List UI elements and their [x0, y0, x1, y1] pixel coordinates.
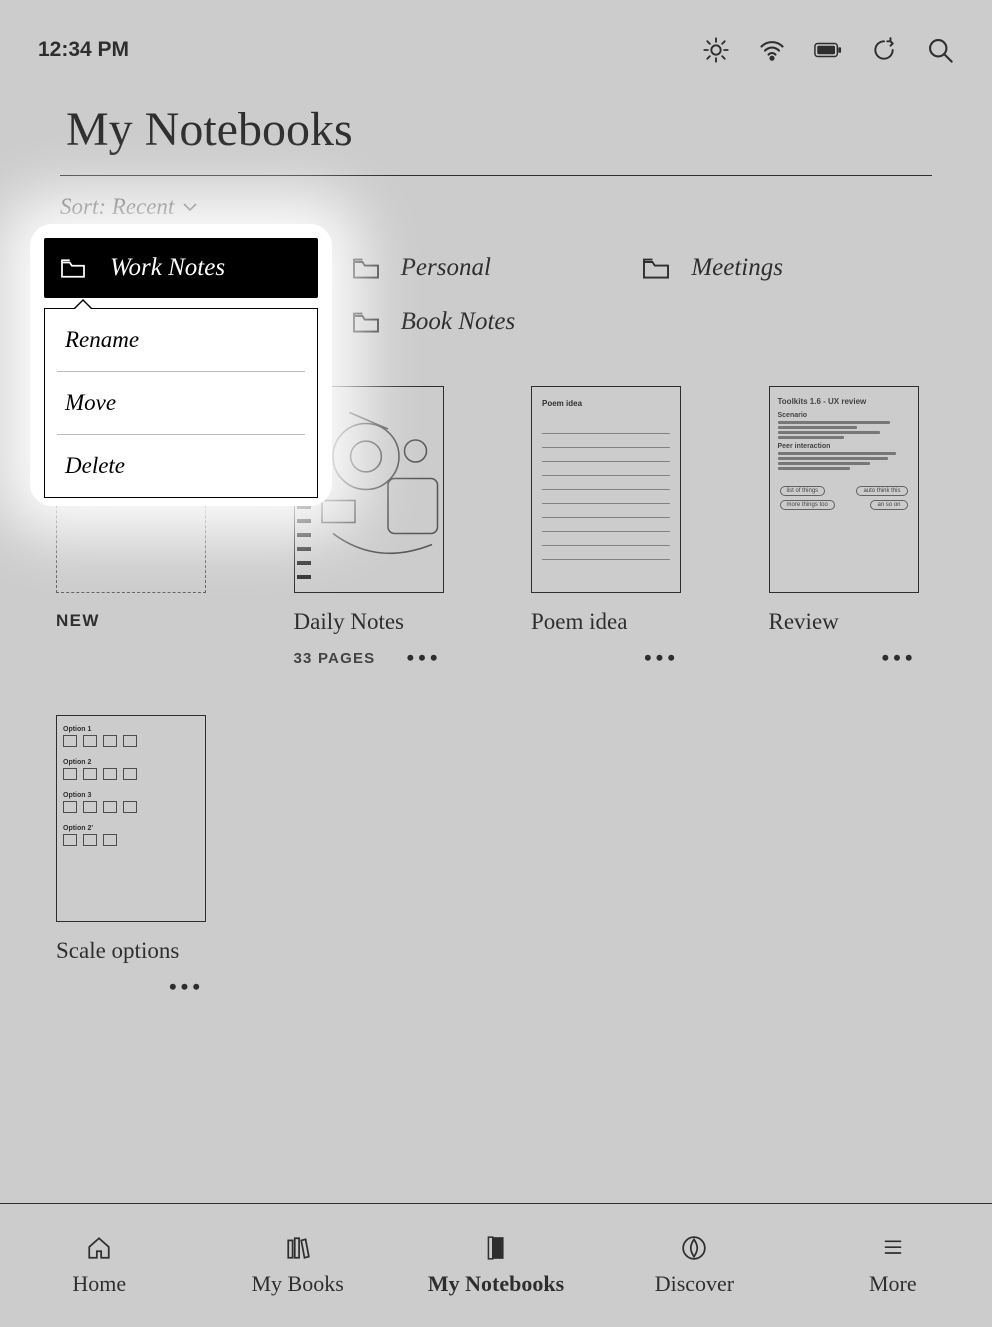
notebook-card[interactable]: Poem idea Poem idea ••• — [531, 386, 681, 671]
more-icon[interactable]: ••• — [169, 974, 206, 1000]
tab-label: My Books — [251, 1271, 343, 1297]
notebook-card[interactable]: Toolkits 1.6 - UX review Scenario Peer i… — [769, 386, 919, 671]
home-icon — [84, 1235, 114, 1261]
tab-label: Home — [72, 1271, 126, 1297]
sync-icon[interactable] — [870, 36, 898, 64]
thumb-text: Toolkits 1.6 - UX review — [778, 397, 910, 406]
thumb-text: Poem idea — [542, 399, 670, 408]
tab-label: More — [869, 1271, 917, 1297]
sort-label: Sort: Recent — [60, 194, 174, 220]
thumb-row-label: Option 2 — [63, 759, 199, 766]
more-icon[interactable]: ••• — [882, 645, 919, 671]
menu-item-move[interactable]: Move — [45, 372, 317, 434]
status-time: 12:34 PM — [38, 38, 129, 62]
folder-item[interactable]: Book Notes — [351, 308, 642, 336]
notebook-title: Daily Notes — [294, 609, 444, 635]
folder-icon — [58, 257, 88, 279]
thumb-row-label: Option 2' — [63, 825, 199, 832]
header-divider — [60, 175, 932, 176]
page-title: My Notebooks — [66, 102, 932, 157]
menu-icon — [878, 1235, 908, 1261]
tab-label: My Notebooks — [428, 1271, 564, 1297]
folder-label: Meetings — [691, 254, 783, 282]
folder-label: Personal — [401, 254, 491, 282]
books-icon — [283, 1235, 313, 1261]
folder-label: Work Notes — [110, 254, 225, 282]
tab-discover[interactable]: Discover — [595, 1204, 793, 1327]
context-menu: Rename Move Delete — [44, 308, 318, 498]
tab-more[interactable]: More — [794, 1204, 992, 1327]
notebook-thumb[interactable]: Poem idea — [531, 386, 681, 593]
folder-icon — [351, 256, 381, 280]
notebook-title: Poem idea — [531, 609, 681, 635]
notebook-title: Review — [769, 609, 919, 635]
brightness-icon[interactable] — [702, 36, 730, 64]
notebook-title: Scale options — [56, 938, 206, 964]
tab-label: Discover — [655, 1271, 734, 1297]
chevron-down-icon — [182, 202, 198, 212]
tab-home[interactable]: Home — [0, 1204, 198, 1327]
thumb-row-label: Option 1 — [63, 726, 199, 733]
folder-icon — [351, 310, 381, 334]
notebook-thumb[interactable]: Option 1 Option 2 Option 3 Option 2' — [56, 715, 206, 922]
battery-icon[interactable] — [814, 36, 842, 64]
thumb-heading: Peer interaction — [778, 443, 910, 450]
notebook-thumb[interactable]: Toolkits 1.6 - UX review Scenario Peer i… — [769, 386, 919, 593]
notebook-icon — [481, 1235, 511, 1261]
folder-icon — [641, 256, 671, 280]
compass-icon — [679, 1235, 709, 1261]
tab-bar: Home My Books My Notebooks Discover More — [0, 1203, 992, 1327]
menu-item-rename[interactable]: Rename — [45, 309, 317, 371]
sort-dropdown[interactable]: Sort: Recent — [60, 194, 932, 220]
new-label: NEW — [56, 611, 206, 631]
notebook-pages: 33 PAGES — [294, 650, 376, 667]
folder-item-selected[interactable]: Work Notes — [44, 238, 318, 298]
folder-item[interactable]: Meetings — [641, 254, 932, 282]
thumb-row-label: Option 3 — [63, 792, 199, 799]
search-icon[interactable] — [926, 36, 954, 64]
thumb-heading: Scenario — [778, 412, 910, 419]
wifi-icon[interactable] — [758, 36, 786, 64]
tab-my-notebooks[interactable]: My Notebooks — [397, 1204, 595, 1327]
notebook-card[interactable]: Option 1 Option 2 Option 3 Option 2' Sca… — [56, 715, 206, 1000]
menu-item-delete[interactable]: Delete — [45, 435, 317, 497]
folder-label: Book Notes — [401, 308, 516, 336]
folder-item[interactable]: Personal — [351, 254, 642, 282]
tab-my-books[interactable]: My Books — [198, 1204, 396, 1327]
more-icon[interactable]: ••• — [407, 645, 444, 671]
folder-context-popover: Work Notes Rename Move Delete — [30, 224, 332, 506]
more-icon[interactable]: ••• — [644, 645, 681, 671]
